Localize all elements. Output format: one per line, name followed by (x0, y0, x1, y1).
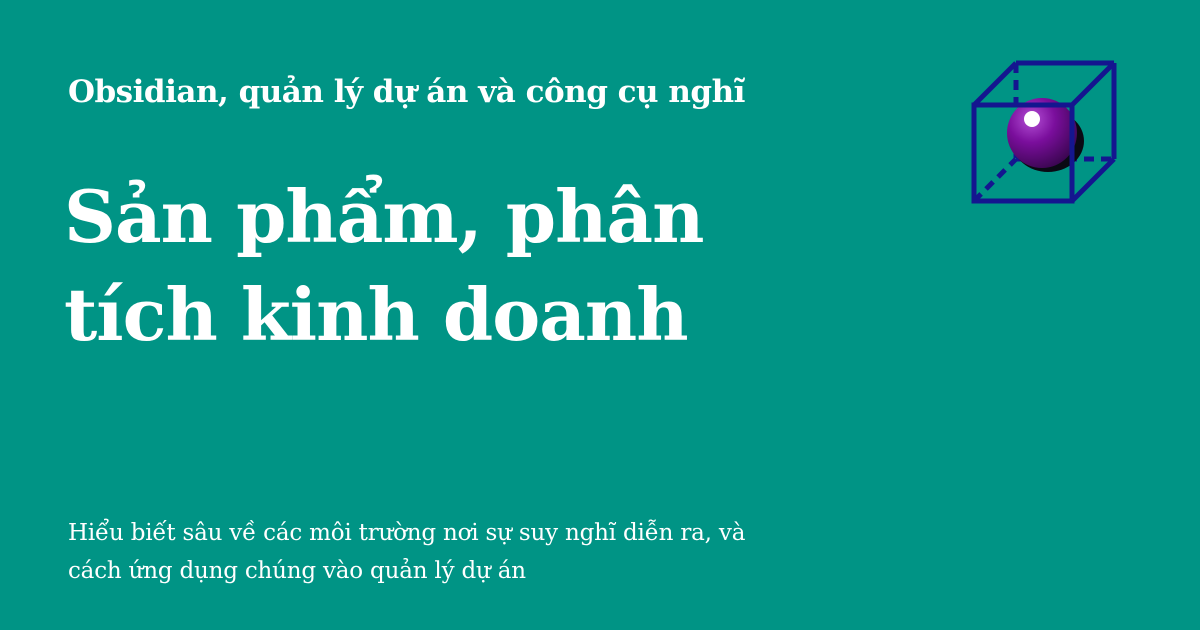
page-description: Hiểu biết sâu về các môi trường nơi sự s… (68, 514, 745, 590)
cube-with-sphere-icon (971, 60, 1117, 204)
cube-hidden-edge (972, 157, 1018, 203)
page-description-line-1: Hiểu biết sâu về các môi trường nơi sự s… (68, 520, 746, 546)
page-title: Sản phẩm, phân tích kinh doanh (64, 168, 924, 364)
cube-edge (1070, 61, 1116, 107)
page-title-line-1: Sản phẩm, phân (64, 174, 704, 259)
page-eyebrow: Obsidian, quản lý dự án và công cụ nghĩ (68, 74, 745, 110)
cube-edge (1070, 157, 1116, 203)
page-description-line-2: cách ứng dụng chúng vào quản lý dự án (68, 558, 526, 584)
cube-edge (972, 61, 1018, 107)
page-title-line-2: tích kinh doanh (64, 272, 689, 357)
sphere (1007, 98, 1077, 168)
sphere-highlight (1024, 111, 1040, 127)
